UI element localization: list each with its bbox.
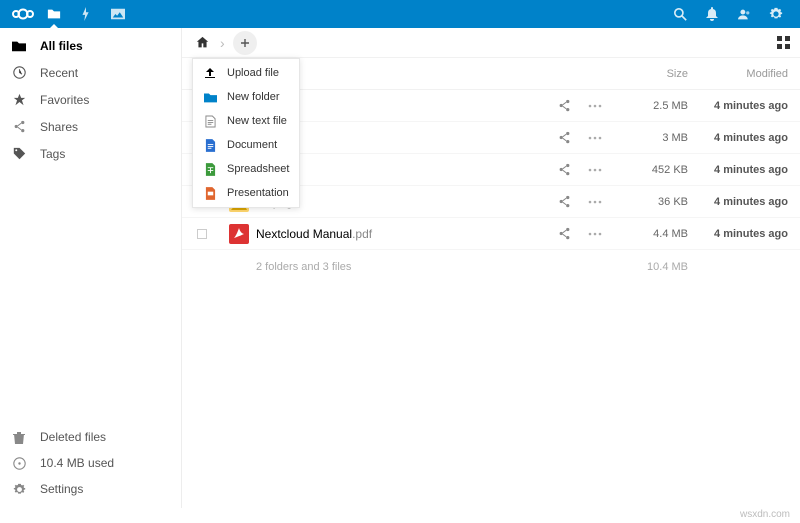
sidebar-item-label: Deleted files [40,430,106,444]
share-icon[interactable] [558,131,588,144]
sidebar-item-label: All files [40,39,83,53]
file-name[interactable]: ud.png [256,195,558,209]
nav-activity[interactable] [70,0,102,28]
share-icon[interactable] [558,195,588,208]
nav-files[interactable] [38,0,70,28]
gear-icon [12,483,26,496]
sidebar-bottom-deleted-files[interactable]: Deleted files [0,424,181,450]
new-button[interactable] [233,31,257,55]
sidebar-item-all-files[interactable]: All files [0,32,181,59]
summary-text: 2 folders and 3 files [182,261,558,273]
top-bar [0,0,800,28]
share-icon[interactable] [558,227,588,240]
textfile-icon [203,115,217,128]
file-size: 4.4 MB [618,228,688,240]
folder-icon [203,92,217,103]
tag-icon [12,147,26,160]
gauge-icon [12,457,26,470]
top-right [664,0,792,28]
more-icon[interactable] [588,232,618,236]
menu-item-label: Presentation [227,187,289,199]
file-modified: 4 minutes ago [688,132,788,144]
col-header-modified[interactable]: Modified [688,68,788,80]
share-icon [12,120,26,133]
sidebar-item-favorites[interactable]: Favorites [0,86,181,113]
more-icon[interactable] [588,104,618,108]
menu-item-label: Upload file [227,67,279,79]
new-menu-dropdown: Upload file New folder New text file Docume… [192,58,300,208]
sidebar-item-recent[interactable]: Recent [0,59,181,86]
search-icon[interactable] [664,0,696,28]
file-size: 3 MB [618,132,688,144]
more-icon[interactable] [588,200,618,204]
table-summary: 2 folders and 3 files 10.4 MB [182,250,800,284]
col-header-name[interactable]: Name [256,68,558,80]
view-toggle-grid-icon[interactable] [777,36,790,49]
sidebar-item-tags[interactable]: Tags [0,140,181,167]
new-menu-presentation[interactable]: Presentation [193,181,299,205]
breadcrumb-bar: › [182,28,800,58]
sidebar-item-label: 10.4 MB used [40,456,114,470]
sidebar-item-label: Shares [40,120,78,134]
share-icon[interactable] [558,163,588,176]
star-icon [12,93,26,106]
spreadsheet-icon [203,163,217,176]
new-menu-new-folder[interactable]: New folder [193,85,299,109]
nav-gallery[interactable] [102,0,134,28]
main-area: › Name Size Modified nts2.5 MB4 minutes … [182,28,800,508]
watermark: wsxdn.com [0,508,800,523]
file-modified: 4 minutes ago [688,228,788,240]
sidebar-item-label: Tags [40,147,65,161]
presentation-icon [203,187,217,200]
sidebar-bottom-settings[interactable]: Settings [0,476,181,502]
settings-icon[interactable] [760,0,792,28]
document-icon [203,139,217,152]
home-icon[interactable] [192,36,212,49]
more-icon[interactable] [588,168,618,172]
breadcrumb-separator: › [220,35,225,51]
sidebar-item-label: Favorites [40,93,89,107]
file-name[interactable]: Nextcloud Manual.pdf [256,227,558,241]
col-header-size[interactable]: Size [618,68,688,80]
contacts-icon[interactable] [728,0,760,28]
file-size: 2.5 MB [618,100,688,112]
file-row[interactable]: Nextcloud Manual.pdf 4.4 MB4 minutes ago [182,218,800,250]
file-modified: 4 minutes ago [688,164,788,176]
sidebar-item-shares[interactable]: Shares [0,113,181,140]
summary-size: 10.4 MB [618,261,688,273]
files-icon [12,40,26,52]
menu-item-label: Spreadsheet [227,163,289,175]
top-nav [38,0,134,28]
sidebar-bottom-10-4-mb-used[interactable]: 10.4 MB used [0,450,181,476]
upload-icon [203,67,217,79]
share-icon[interactable] [558,99,588,112]
new-menu-spreadsheet[interactable]: Spreadsheet [193,157,299,181]
trash-icon [12,431,26,444]
new-menu-upload-file[interactable]: Upload file [193,61,299,85]
file-modified: 4 minutes ago [688,100,788,112]
sidebar-item-label: Recent [40,66,78,80]
app-logo[interactable] [8,7,38,21]
row-checkbox[interactable] [197,229,207,239]
file-type-icon [222,224,256,244]
file-name[interactable]: nts [256,99,558,113]
file-size: 452 KB [618,164,688,176]
more-icon[interactable] [588,136,618,140]
file-size: 36 KB [618,196,688,208]
notifications-icon[interactable] [696,0,728,28]
menu-item-label: New folder [227,91,280,103]
sidebar: All files Recent Favorites Shares Tags Delet… [0,28,182,508]
sidebar-item-label: Settings [40,482,83,496]
new-menu-new-text-file[interactable]: New text file [193,109,299,133]
file-name[interactable]: ud.mp4 [256,163,558,177]
menu-item-label: Document [227,139,277,151]
menu-item-label: New text file [227,115,287,127]
file-modified: 4 minutes ago [688,196,788,208]
clock-icon [12,66,26,79]
new-menu-document[interactable]: Document [193,133,299,157]
